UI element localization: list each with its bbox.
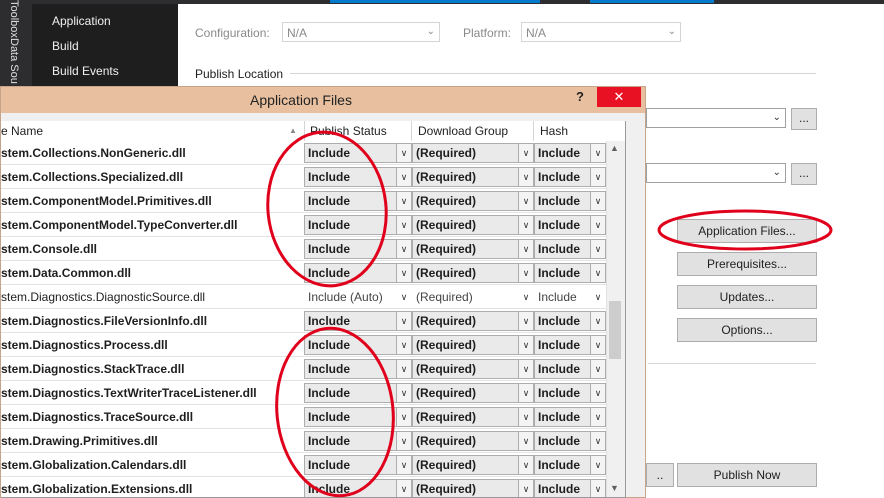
annotation-layer [266,130,833,498]
annotation-ellipse [657,209,833,251]
annotation-ellipse [275,326,395,498]
annotation-ellipse [266,130,388,288]
